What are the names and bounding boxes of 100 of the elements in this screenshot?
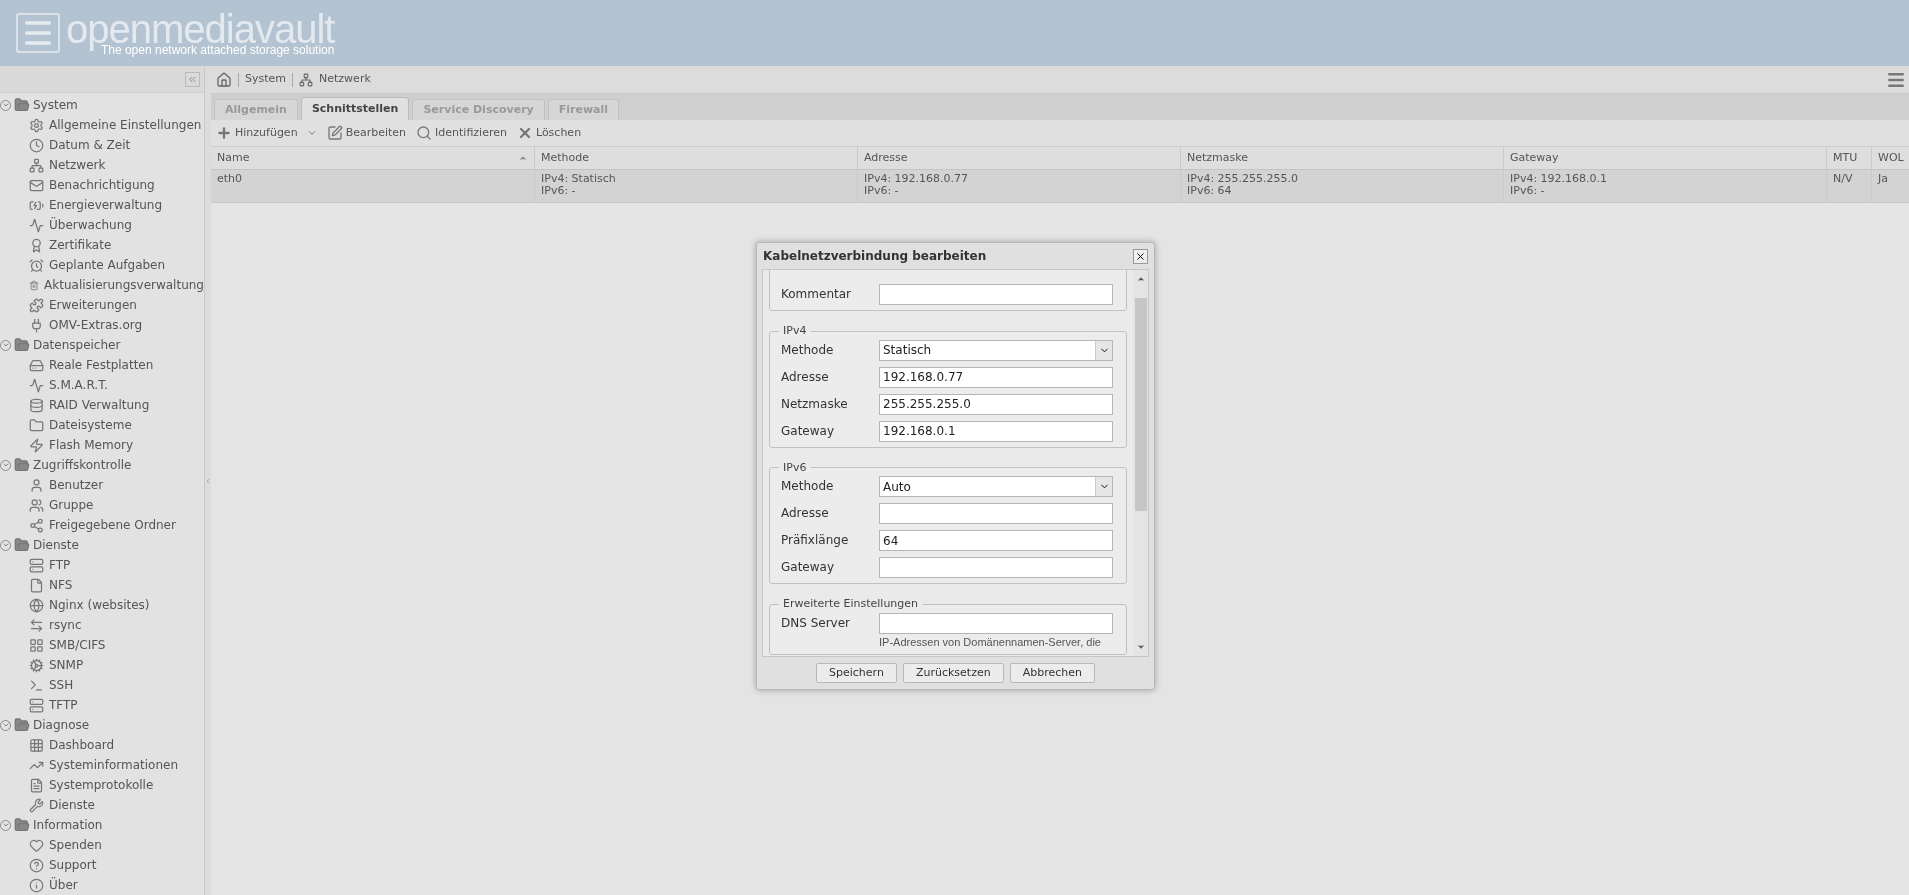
tree-item[interactable]: Dateisysteme <box>0 415 204 435</box>
share-icon <box>29 517 44 533</box>
tree-item[interactable]: TFTP <box>0 695 204 715</box>
field-label: Gateway <box>780 559 835 576</box>
info-icon <box>29 877 44 893</box>
column-header[interactable]: MTU <box>1827 147 1872 169</box>
server-icon <box>29 697 44 713</box>
tree-item[interactable]: RAID Verwaltung <box>0 395 204 415</box>
tree-group[interactable]: Dienste <box>0 535 204 555</box>
field-label: Kommentar <box>780 286 852 303</box>
input-field[interactable]: 192.168.0.1 <box>879 420 1113 442</box>
input-field[interactable] <box>879 503 1113 524</box>
tree-item[interactable]: Benutzer <box>0 475 204 495</box>
field-label: Netzmaske <box>780 395 849 413</box>
tree-item[interactable]: SSH <box>0 675 204 695</box>
input-field[interactable]: 255.255.255.0 <box>879 393 1113 415</box>
dialog-button[interactable]: Zurücksetzen <box>902 663 1004 683</box>
column-header[interactable]: Name <box>211 147 535 169</box>
network-icon <box>299 72 314 87</box>
tree-item[interactable]: Systeminformationen <box>0 755 204 775</box>
home-icon[interactable] <box>216 71 232 88</box>
tree-item[interactable]: Systemprotokolle <box>0 775 204 795</box>
table-row[interactable]: eth0 IPv4: Statisch IPv6: - IPv4: 192.168.0.77 IPv6: - IPv4: 255.255.255.0 IPv6: 64 IPv4: 192.168.0.1 IPv6: - N/V Ja <box>211 170 1909 203</box>
tree-group[interactable]: Datenspeicher <box>0 335 204 355</box>
tree-item[interactable]: FTP <box>0 555 204 575</box>
tree-item[interactable]: SMB/CIFS <box>0 635 204 655</box>
input-field[interactable]: 192.168.0.77 <box>879 366 1113 388</box>
toolbar-button[interactable]: Hinzufügen <box>216 122 317 144</box>
tree-item[interactable]: Dienste <box>0 795 204 815</box>
tree-group[interactable]: Zugriffskontrolle <box>0 455 204 475</box>
fieldset-legend: Erweiterte Einstellungen <box>779 596 923 613</box>
tree-item[interactable]: Gruppe <box>0 495 204 515</box>
column-header[interactable]: WOL <box>1872 147 1909 169</box>
tree-item[interactable]: Datum & Zeit <box>0 135 204 155</box>
column-header[interactable]: Adresse <box>858 147 1181 169</box>
tab[interactable]: Schnittstellen <box>300 97 410 120</box>
tree-item[interactable]: Flash Memory <box>0 435 204 455</box>
edit-icon <box>326 125 343 141</box>
caret-icon <box>306 128 317 138</box>
question-icon <box>29 857 44 873</box>
tree-item[interactable]: Zertifikate <box>0 235 204 255</box>
envelope-icon <box>29 177 44 193</box>
field-label: Präfixlänge <box>780 532 850 549</box>
scroll-down-icon <box>1135 642 1146 652</box>
input-field[interactable] <box>879 557 1113 578</box>
input-field[interactable]: 64 <box>879 530 1113 551</box>
column-header[interactable]: Netzmaske <box>1181 147 1504 169</box>
network-icon <box>29 157 44 173</box>
tree-group[interactable]: Information <box>0 815 204 835</box>
database-icon <box>29 397 44 413</box>
folder-icon <box>14 537 30 553</box>
tree-group[interactable]: System <box>0 95 204 115</box>
column-header[interactable]: Methode <box>535 147 858 169</box>
chevron-icon <box>205 477 211 484</box>
windows-icon <box>29 637 44 653</box>
folder-icon <box>14 717 30 733</box>
tree-item[interactable]: Dashboard <box>0 735 204 755</box>
tree-item[interactable]: NFS <box>0 575 204 595</box>
tree-item[interactable]: Aktualisierungsverwaltung <box>0 275 204 295</box>
tree-item[interactable]: rsync <box>0 615 204 635</box>
tree-item[interactable]: Nginx (websites) <box>0 595 204 615</box>
sync-icon <box>29 617 44 633</box>
tree-item[interactable]: Allgemeine Einstellungen <box>0 115 204 135</box>
collapse-button[interactable] <box>185 71 200 87</box>
tree-item[interactable]: Benachrichtigung <box>0 175 204 195</box>
input-field[interactable] <box>879 612 1113 634</box>
tree-item[interactable]: Über <box>0 875 204 895</box>
tree-item[interactable]: Überwachung <box>0 215 204 235</box>
select-field[interactable]: Auto <box>879 476 1113 497</box>
select-field[interactable]: Statisch <box>879 339 1113 361</box>
table-cell: IPv4: 255.255.255.0 IPv6: 64 <box>1181 170 1504 202</box>
server-icon <box>29 557 44 573</box>
breadcrumb-link[interactable]: Netzwerk <box>319 71 371 88</box>
tree-item[interactable]: Freigegebene Ordner <box>0 515 204 535</box>
scrollbar[interactable] <box>1133 270 1148 656</box>
tree-group[interactable]: Diagnose <box>0 715 204 735</box>
toolbar-button[interactable]: Identifizieren <box>416 122 507 144</box>
toolbar-button[interactable]: Löschen <box>516 122 582 144</box>
plug-icon <box>29 317 44 333</box>
tree-item[interactable]: Netzwerk <box>0 155 204 175</box>
tree-item[interactable]: S.M.A.R.T. <box>0 375 204 395</box>
tree-item[interactable]: Spenden <box>0 835 204 855</box>
dialog-button[interactable]: Abbrechen <box>1009 663 1095 683</box>
breadcrumb-link[interactable]: System <box>245 71 287 88</box>
user-icon <box>29 477 44 493</box>
tree-item[interactable]: OMV-Extras.org <box>0 315 204 335</box>
tree-item[interactable]: Energieverwaltung <box>0 195 204 215</box>
tree-item[interactable]: Reale Festplatten <box>0 355 204 375</box>
dialog-button[interactable]: Speichern <box>816 663 897 683</box>
tree-item[interactable]: SNMP <box>0 655 204 675</box>
help-text: IP-Adressen von Domänennamen-Server, die <box>879 635 1102 649</box>
column-header[interactable]: Gateway <box>1504 147 1827 169</box>
input-field[interactable] <box>879 284 1113 305</box>
toolbar-button[interactable]: Bearbeiten <box>326 122 407 144</box>
close-icon <box>1135 250 1146 262</box>
tree-item[interactable]: Geplante Aufgaben <box>0 255 204 275</box>
tree-item[interactable]: Support <box>0 855 204 875</box>
close-button[interactable] <box>1133 248 1148 264</box>
tree-item[interactable]: Erweiterungen <box>0 295 204 315</box>
menu-button[interactable] <box>16 13 60 53</box>
